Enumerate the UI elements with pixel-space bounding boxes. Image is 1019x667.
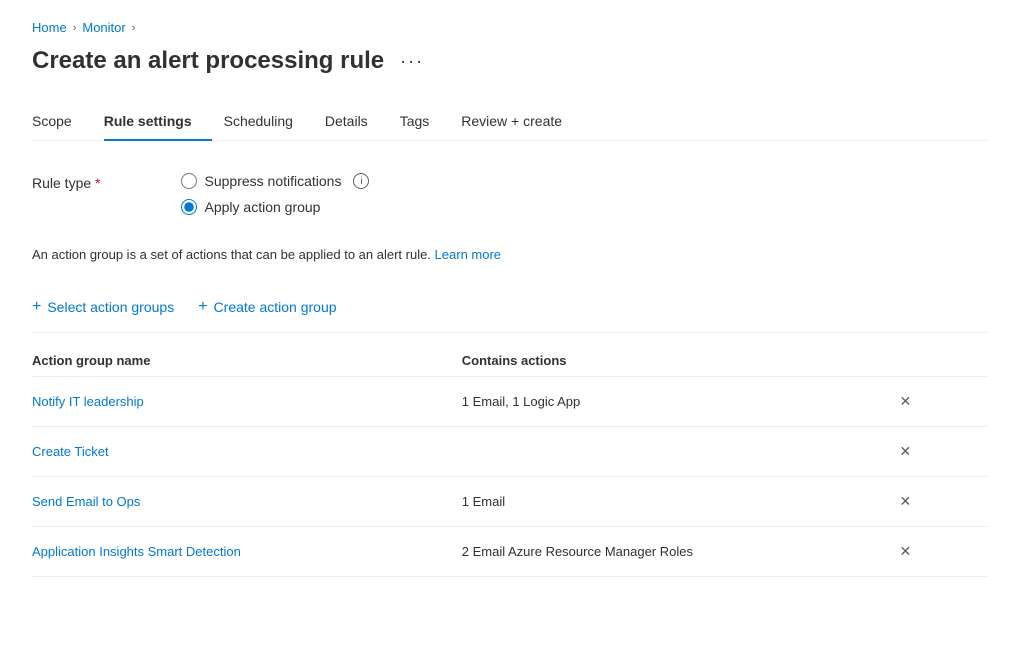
ellipsis-button[interactable]: ···	[394, 49, 430, 74]
radio-suppress-label: Suppress notifications	[205, 173, 342, 189]
action-group-link-2[interactable]: Send Email to Ops	[32, 494, 140, 509]
select-action-groups-button[interactable]: + Select action groups	[32, 294, 174, 320]
delete-row-button-3[interactable]: ✕	[892, 539, 920, 564]
radio-apply-label: Apply action group	[205, 199, 321, 215]
action-toolbar: + Select action groups + Create action g…	[32, 294, 987, 333]
table-row: Notify IT leadership 1 Email, 1 Logic Ap…	[32, 377, 987, 427]
table-header-row: Action group name Contains actions	[32, 345, 987, 377]
action-group-link-1[interactable]: Create Ticket	[32, 444, 109, 459]
tabs-nav: Scope Rule settings Scheduling Details T…	[32, 103, 987, 141]
page-title: Create an alert processing rule	[32, 47, 384, 75]
contains-actions-2: 1 Email	[462, 494, 505, 509]
suppress-info-icon[interactable]: i	[353, 173, 369, 189]
select-action-groups-label: Select action groups	[47, 299, 174, 315]
breadcrumb-home[interactable]: Home	[32, 20, 67, 35]
description-text: An action group is a set of actions that…	[32, 247, 987, 266]
action-group-link-0[interactable]: Notify IT leadership	[32, 394, 144, 409]
delete-x-icon-2: ✕	[900, 493, 912, 510]
delete-row-button-1[interactable]: ✕	[892, 439, 920, 464]
delete-x-icon-1: ✕	[900, 443, 912, 460]
rule-type-label: Rule type *	[32, 173, 101, 191]
contains-actions-3: 2 Email Azure Resource Manager Roles	[462, 544, 693, 559]
create-action-group-button[interactable]: + Create action group	[198, 294, 336, 320]
breadcrumb: Home › Monitor ›	[32, 20, 987, 35]
table-row: Application Insights Smart Detection 2 E…	[32, 527, 987, 577]
required-indicator: *	[95, 175, 100, 191]
col-header-name: Action group name	[32, 345, 462, 377]
page-title-row: Create an alert processing rule ···	[32, 47, 987, 75]
learn-more-link[interactable]: Learn more	[435, 247, 501, 262]
delete-row-button-0[interactable]: ✕	[892, 389, 920, 414]
radio-option-apply[interactable]: Apply action group	[181, 199, 370, 215]
breadcrumb-monitor[interactable]: Monitor	[82, 20, 125, 35]
table-row: Send Email to Ops 1 Email ✕	[32, 477, 987, 527]
tab-tags[interactable]: Tags	[400, 103, 450, 141]
select-plus-icon: +	[32, 298, 41, 316]
radio-suppress[interactable]	[181, 173, 197, 189]
tab-scope[interactable]: Scope	[32, 103, 92, 141]
rule-type-radio-group: Suppress notifications i Apply action gr…	[181, 173, 370, 215]
create-plus-icon: +	[198, 298, 207, 316]
delete-row-button-2[interactable]: ✕	[892, 489, 920, 514]
action-group-link-3[interactable]: Application Insights Smart Detection	[32, 544, 241, 559]
delete-x-icon-3: ✕	[900, 543, 912, 560]
tab-scheduling[interactable]: Scheduling	[224, 103, 313, 141]
col-header-delete	[892, 345, 988, 377]
tab-review-create[interactable]: Review + create	[461, 103, 582, 141]
radio-option-suppress[interactable]: Suppress notifications i	[181, 173, 370, 189]
create-action-group-label: Create action group	[214, 299, 337, 315]
table-row: Create Ticket ✕	[32, 427, 987, 477]
contains-actions-0: 1 Email, 1 Logic App	[462, 394, 581, 409]
delete-x-icon-0: ✕	[900, 393, 912, 410]
breadcrumb-chevron-1: ›	[73, 22, 77, 34]
radio-apply[interactable]	[181, 199, 197, 215]
col-header-actions: Contains actions	[462, 345, 892, 377]
tab-details[interactable]: Details	[325, 103, 388, 141]
rule-type-section: Rule type * Suppress notifications i App…	[32, 173, 987, 215]
breadcrumb-chevron-2: ›	[132, 22, 136, 34]
tab-rule-settings[interactable]: Rule settings	[104, 103, 212, 141]
action-groups-table: Action group name Contains actions Notif…	[32, 345, 987, 577]
